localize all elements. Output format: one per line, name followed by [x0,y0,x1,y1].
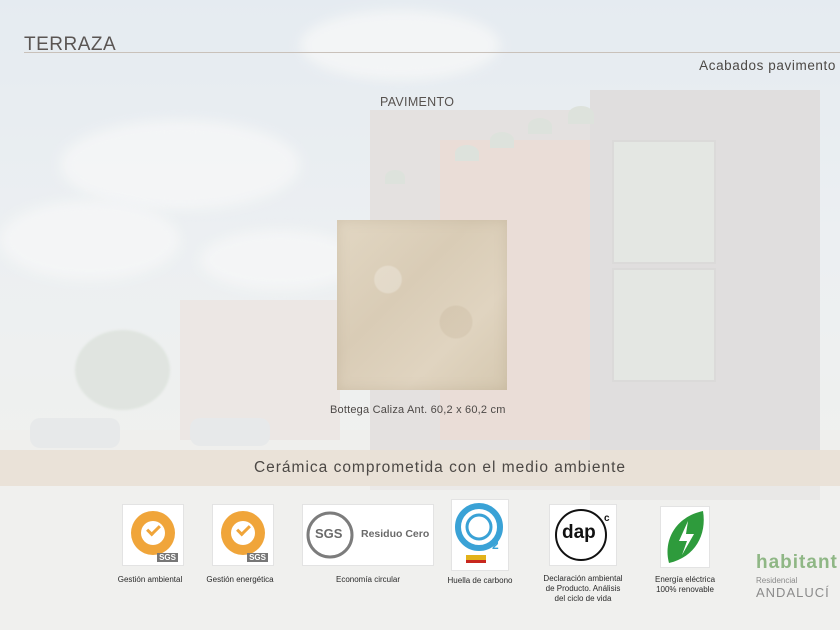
eco-banner: Cerámica comprometida con el medio ambie… [0,450,840,486]
green-leaf-bolt-icon [661,507,709,567]
brand-logo: habitant Residencial ANDALUCÍ [756,552,838,600]
cert-circular-economy: SGS Residuo Cero Economía circular [300,505,436,595]
cert-label: Huella de carbono [447,576,513,585]
tile-caption: Bottega Caliza Ant. 60,2 x 60,2 cm [330,404,506,416]
cert-environmental: SGS Gestión ambiental [110,505,190,595]
residuo-cero-text: Residuo Cero [361,528,430,540]
cert-label: Economía circular [335,575,401,584]
residuo-cero-logo-icon: SGS Residuo Cero [303,505,433,565]
cert-epd: dap c Declaración ambiental de Producto.… [528,505,638,615]
cert-label-line1: Declaración ambiental [543,574,623,583]
cert-label: Gestión energética [206,575,274,584]
sgs-seal-icon: SGS [213,505,273,565]
dap-text: dap [562,522,596,543]
cert-energy: SGS Gestión energética [200,505,280,595]
brand-sub: Residencial [756,576,798,585]
cert-carbon-footprint: 2 Huella de carbono [440,500,520,595]
brand-name: habitant [756,552,838,573]
dap-logo-icon: dap c [550,505,616,565]
cert-label-line3: del ciclo de vida [554,594,612,603]
eco-banner-text: Cerámica comprometida con el medio ambie… [253,459,627,476]
co2-subscript: 2 [492,538,499,552]
sgs-mark: SGS [315,526,343,541]
cert-renewable-energy: Energía eléctrica 100% renovable [645,505,725,605]
section-heading: PAVIMENTO [380,95,455,109]
title-divider [24,52,840,53]
sgs-seal-icon: SGS [123,505,183,565]
cert-label-line2: 100% renovable [656,585,714,594]
co2-icon: 2 [452,500,508,570]
tile-swatch [337,220,507,390]
cert-label-line1: Energía eléctrica [654,575,716,584]
dap-superscript: c [604,513,610,524]
sgs-mark: SGS [247,553,268,562]
brand-place: ANDALUCÍ [756,585,830,600]
cert-label: Gestión ambiental [117,575,183,584]
cert-label-line2: de Producto. Análisis [545,584,621,593]
sgs-mark: SGS [157,553,178,562]
finishes-label: Acabados pavimento [699,58,836,73]
